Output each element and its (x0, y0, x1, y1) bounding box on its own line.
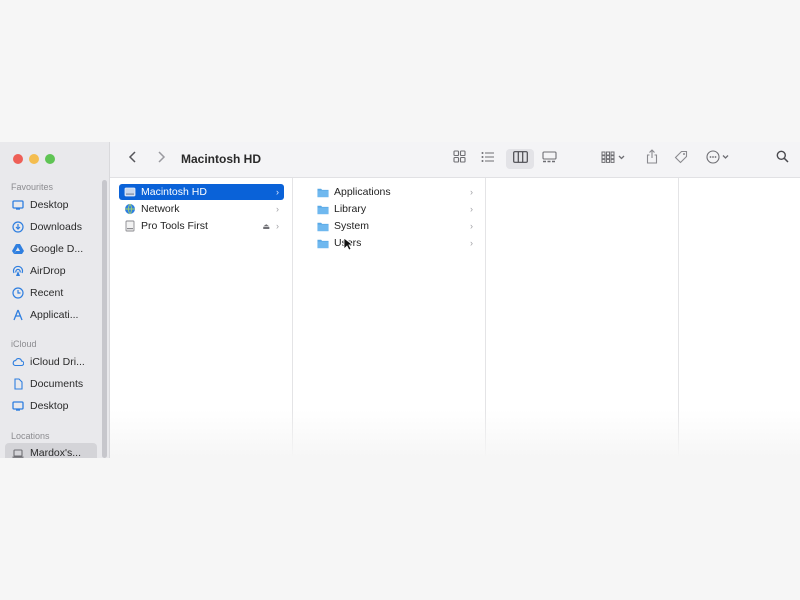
folder-icon (317, 203, 329, 215)
zoom-button[interactable] (45, 154, 55, 164)
folder-icon (317, 237, 329, 249)
forward-button[interactable] (152, 149, 170, 169)
share-button[interactable] (642, 149, 662, 169)
chevron-right-icon (156, 150, 166, 168)
chevron-right-icon: › (470, 187, 473, 197)
chevron-right-icon: › (276, 221, 279, 231)
sidebar-item-label: Applicati... (30, 309, 79, 321)
clock-icon (12, 287, 24, 299)
folder-icon (317, 220, 329, 232)
search-icon (776, 150, 789, 168)
sidebar-item-downloads[interactable]: Downloads (5, 217, 97, 237)
download-icon (12, 221, 24, 233)
icon-view-icon (452, 150, 466, 168)
column-item-label: Library (334, 203, 367, 215)
sidebar-section-favourites: Favourites (11, 182, 54, 192)
column-view-button[interactable] (506, 149, 534, 169)
airdrop-icon (12, 265, 24, 277)
sidebar-item-mardox[interactable]: Mardox's... (5, 443, 97, 458)
window-title: Macintosh HD (181, 152, 262, 166)
chevron-right-icon: › (470, 204, 473, 214)
sidebar-section-locations: Locations (11, 431, 50, 441)
sidebar-item-label: Mardox's... (30, 447, 82, 458)
column-item-applications[interactable]: Applications › (312, 184, 478, 200)
close-button[interactable] (13, 154, 23, 164)
icon-view-button[interactable] (448, 149, 470, 169)
group-icon (601, 150, 629, 168)
sidebar-item-recent[interactable]: Recent (5, 283, 97, 303)
gallery-view-icon (541, 150, 557, 168)
sidebar-item-label: Google D... (30, 243, 84, 255)
tag-button[interactable] (671, 149, 691, 169)
sidebar-item-google-drive[interactable]: Google D... (5, 239, 97, 259)
sidebar-item-label: iCloud Dri... (30, 356, 85, 368)
sidebar-item-icloud-desktop[interactable]: Desktop (5, 396, 97, 416)
group-button[interactable] (598, 149, 632, 169)
chevron-left-icon (128, 150, 138, 168)
sidebar-scrollbar[interactable] (102, 180, 107, 458)
tag-icon (674, 150, 688, 169)
browser-column-2: Applications › Library › System › Users … (304, 178, 486, 458)
sidebar-item-label: Desktop (30, 199, 69, 211)
list-view-icon (481, 150, 495, 168)
column-item-pro-tools-first[interactable]: Pro Tools First ⏏ › (119, 218, 284, 234)
list-view-button[interactable] (477, 149, 499, 169)
minimize-button[interactable] (29, 154, 39, 164)
column-view-icon (512, 150, 528, 168)
desktop-icon (12, 199, 24, 211)
mouse-cursor-icon (343, 237, 353, 251)
disk-icon (124, 186, 136, 198)
browser-column-4 (690, 178, 800, 458)
gallery-view-button[interactable] (538, 149, 560, 169)
share-icon (646, 149, 658, 169)
chevron-right-icon: › (276, 204, 279, 214)
more-button[interactable] (704, 149, 736, 169)
network-icon (124, 203, 136, 215)
sidebar-item-desktop[interactable]: Desktop (5, 195, 97, 215)
sidebar-item-label: AirDrop (30, 265, 66, 277)
sidebar-item-label: Recent (30, 287, 64, 299)
laptop-icon (12, 447, 24, 458)
column-item-library[interactable]: Library › (312, 201, 478, 217)
more-icon (706, 149, 734, 169)
sidebar-section-icloud: iCloud (11, 339, 37, 349)
google-drive-icon (12, 243, 24, 255)
column-item-label: System (334, 220, 370, 232)
column-item-users[interactable]: Users › (312, 235, 478, 251)
sidebar-item-applications[interactable]: Applicati... (5, 305, 97, 325)
column-item-system[interactable]: System › (312, 218, 478, 234)
sidebar-item-icloud-drive[interactable]: iCloud Dri... (5, 352, 97, 372)
desktop-icon (12, 400, 24, 412)
column-item-network[interactable]: Network › (119, 201, 284, 217)
column-item-macintosh-hd[interactable]: Macintosh HD › (119, 184, 284, 200)
document-icon (12, 378, 24, 390)
chevron-right-icon: › (470, 221, 473, 231)
column-item-label: Macintosh HD (141, 186, 207, 198)
folder-icon (317, 186, 329, 198)
volume-icon (124, 220, 136, 232)
sidebar-item-label: Downloads (30, 221, 82, 233)
eject-icon[interactable]: ⏏ (262, 222, 270, 231)
sidebar-item-documents[interactable]: Documents (5, 374, 97, 394)
search-button[interactable] (772, 149, 792, 169)
toolbar: Macintosh HD (110, 142, 800, 178)
sidebar-item-airdrop[interactable]: AirDrop (5, 261, 97, 281)
column-item-label: Applications (334, 186, 391, 198)
browser-column-1: Macintosh HD › Network › Pro Tools First… (110, 178, 293, 458)
cloud-icon (12, 356, 24, 368)
chevron-right-icon: › (470, 238, 473, 248)
sidebar-item-label: Documents (30, 378, 84, 390)
browser-column-3 (497, 178, 679, 458)
window-controls (13, 154, 55, 164)
finder-window: Favourites Desktop Downloads Google D...… (0, 142, 800, 458)
column-item-label: Network (141, 203, 180, 215)
column-item-label: Pro Tools First (141, 220, 208, 232)
back-button[interactable] (124, 149, 142, 169)
applications-icon (12, 309, 24, 321)
sidebar: Favourites Desktop Downloads Google D...… (0, 142, 110, 458)
chevron-right-icon: › (276, 187, 279, 197)
sidebar-item-label: Desktop (30, 400, 69, 412)
